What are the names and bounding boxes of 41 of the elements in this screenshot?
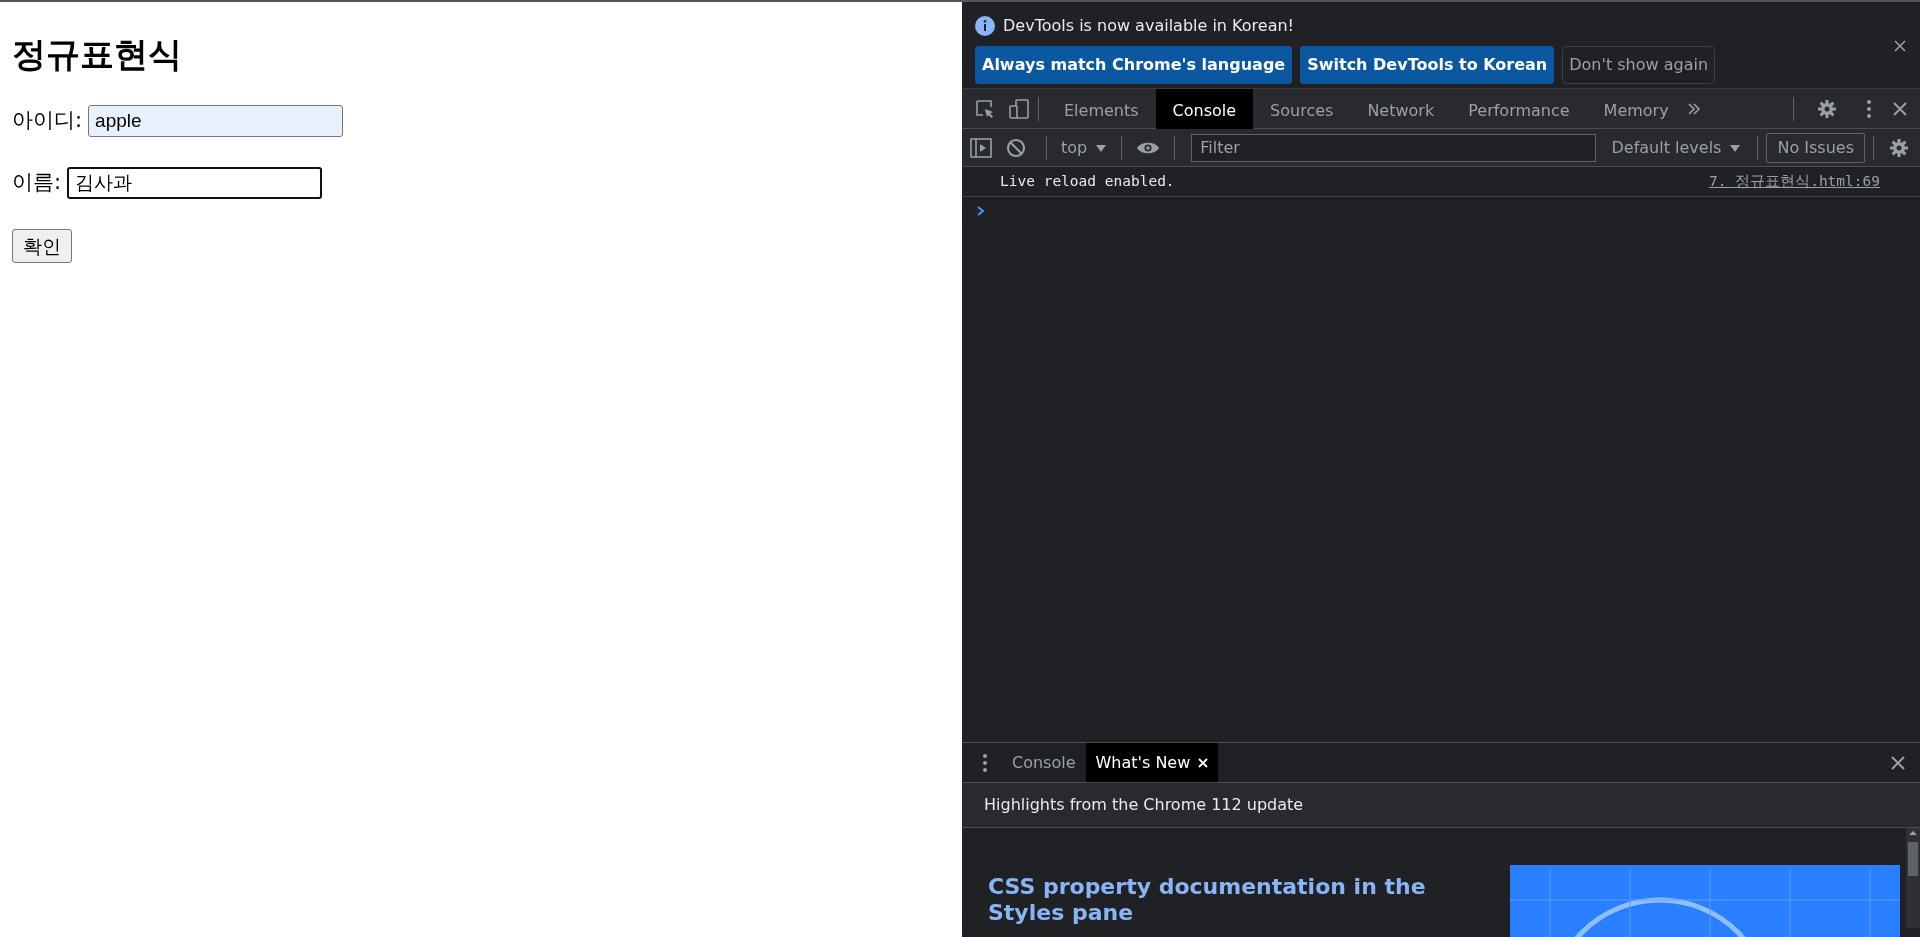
panel-tab[interactable]: Memory <box>1586 88 1686 129</box>
infobar-button[interactable]: Always match Chrome's language <box>975 46 1293 84</box>
page-heading: 정규표현식 <box>12 34 183 75</box>
update-banner: Highlights from the Chrome 112 update <box>962 783 1920 828</box>
infobar-message: DevTools is now available in Korean! <box>1003 15 1294 37</box>
confirm-button[interactable]: 확인 <box>12 228 72 264</box>
more-options-icon[interactable] <box>1866 98 1872 119</box>
context-dropdown[interactable]: top <box>1055 133 1114 162</box>
drawer-menu-icon[interactable] <box>982 752 988 773</box>
drawer-tab[interactable]: What's New <box>1085 743 1219 782</box>
panel-tab[interactable]: Performance <box>1451 88 1587 129</box>
sidebar-toggle-icon[interactable] <box>970 137 992 158</box>
inspect-icon[interactable] <box>974 97 996 120</box>
name-input-field[interactable]: 김사과 <box>67 166 323 199</box>
log-levels-dropdown[interactable]: Default levels <box>1603 133 1750 162</box>
infobar-button[interactable]: Don't show again <box>1562 46 1716 84</box>
issues-button[interactable]: No Issues <box>1766 132 1865 163</box>
panel-tab[interactable]: Console <box>1155 88 1254 129</box>
clear-console-icon[interactable] <box>1006 137 1026 158</box>
id-input-field[interactable]: apple <box>88 104 344 137</box>
field-label: 아이디: <box>12 107 83 135</box>
prompt-chevron-icon <box>976 204 986 217</box>
source-link[interactable]: 7. 정규표현식.html:69 <box>1708 171 1880 193</box>
caret-icon <box>1095 142 1108 153</box>
close-icon[interactable] <box>1890 754 1906 771</box>
drawer-tab[interactable]: Console <box>1002 743 1086 782</box>
filter-input-field[interactable]: Filter <box>1191 133 1596 162</box>
panel-tab[interactable]: Sources <box>1253 88 1351 129</box>
field-label: 이름: <box>12 169 62 197</box>
settings-icon[interactable] <box>1816 97 1838 120</box>
info-icon <box>975 16 995 36</box>
chevron-double-icon[interactable] <box>1685 100 1702 117</box>
console-message: Live reload enabled. <box>1000 172 1175 191</box>
caret-icon <box>1729 142 1742 153</box>
article-title: CSS property documentation in the Styles pane <box>988 874 1427 928</box>
device-icon[interactable] <box>1008 97 1030 120</box>
panel-tab[interactable]: Network <box>1350 88 1452 129</box>
panel-tab[interactable]: Elements <box>1047 88 1156 129</box>
infobar-button[interactable]: Switch DevTools to Korean <box>1300 46 1555 84</box>
settings-icon[interactable] <box>1888 136 1910 159</box>
close-icon[interactable] <box>1894 40 1906 52</box>
